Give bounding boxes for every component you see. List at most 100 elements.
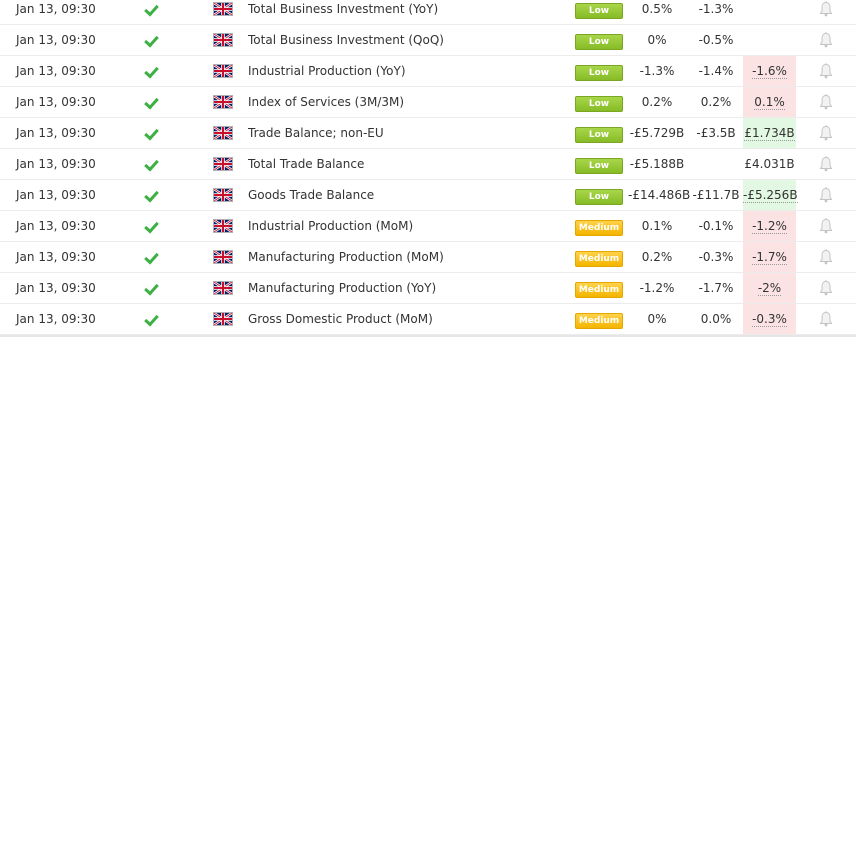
event-name-link[interactable]: Index of Services (3M/3M) bbox=[248, 87, 568, 117]
checkmark-icon bbox=[142, 273, 160, 303]
previous-value: 0.1% bbox=[641, 219, 673, 233]
bell-icon[interactable] bbox=[815, 304, 837, 334]
table-row: Jan 13, 09:30 Manufacturing Production (… bbox=[0, 273, 856, 304]
event-time: Jan 13, 09:30 bbox=[16, 126, 96, 140]
table-row: Jan 13, 09:30 Trade Balance; non-EU Low … bbox=[0, 118, 856, 149]
uk-flag-icon bbox=[213, 87, 233, 117]
impact-badge: Medium bbox=[575, 211, 623, 241]
uk-flag-icon bbox=[213, 273, 233, 303]
table-row: Jan 13, 09:30 Total Business Investment … bbox=[0, 25, 856, 56]
event-time: Jan 13, 09:30 bbox=[16, 64, 96, 78]
actual-value: -0.3% bbox=[743, 304, 796, 334]
event-name-link[interactable]: Industrial Production (YoY) bbox=[248, 56, 568, 86]
table-row: Jan 13, 09:30 Total Trade Balance Low -£… bbox=[0, 149, 856, 180]
table-row: Jan 13, 09:30 Manufacturing Production (… bbox=[0, 242, 856, 273]
checkmark-icon bbox=[142, 0, 160, 24]
consensus-value: -1.3% bbox=[698, 2, 734, 16]
bell-icon[interactable] bbox=[815, 211, 837, 241]
bell-icon[interactable] bbox=[815, 56, 837, 86]
event-name-link[interactable]: Trade Balance; non-EU bbox=[248, 118, 568, 148]
impact-badge: Low bbox=[575, 180, 623, 210]
previous-value: -£14.486B bbox=[628, 188, 691, 202]
actual-value: -1.6% bbox=[743, 56, 796, 86]
event-time: Jan 13, 09:30 bbox=[16, 2, 96, 16]
checkmark-icon bbox=[142, 242, 160, 272]
uk-flag-icon bbox=[213, 211, 233, 241]
consensus-value: -1.4% bbox=[698, 64, 734, 78]
impact-badge: Medium bbox=[575, 304, 623, 334]
impact-badge: Medium bbox=[575, 273, 623, 303]
uk-flag-icon bbox=[213, 56, 233, 86]
consensus-value: 0.0% bbox=[700, 312, 732, 326]
event-time: Jan 13, 09:30 bbox=[16, 157, 96, 171]
event-name-link[interactable]: Manufacturing Production (YoY) bbox=[248, 273, 568, 303]
actual-value: £4.031B bbox=[744, 157, 795, 171]
bell-icon[interactable] bbox=[815, 149, 837, 179]
actual-value: -£5.256B bbox=[743, 180, 798, 210]
event-time: Jan 13, 09:30 bbox=[16, 281, 96, 295]
impact-badge: Medium bbox=[575, 242, 623, 272]
uk-flag-icon bbox=[213, 304, 233, 334]
table-row: Jan 13, 09:30 Index of Services (3M/3M) … bbox=[0, 87, 856, 118]
checkmark-icon bbox=[142, 211, 160, 241]
bell-icon[interactable] bbox=[815, 87, 837, 117]
consensus-value: -1.7% bbox=[698, 281, 734, 295]
bell-icon[interactable] bbox=[815, 0, 837, 24]
consensus-value: -0.5% bbox=[698, 33, 734, 47]
uk-flag-icon bbox=[213, 0, 233, 24]
actual-value bbox=[743, 25, 796, 55]
bell-icon[interactable] bbox=[815, 180, 837, 210]
table-row: Jan 13, 09:30 Industrial Production (MoM… bbox=[0, 211, 856, 242]
consensus-value: -0.1% bbox=[698, 219, 734, 233]
previous-value: -1.3% bbox=[639, 64, 675, 78]
checkmark-icon bbox=[142, 87, 160, 117]
impact-badge: Low bbox=[575, 25, 623, 55]
actual-value: £1.734B bbox=[743, 118, 796, 148]
event-time: Jan 13, 09:30 bbox=[16, 33, 96, 47]
event-time: Jan 13, 09:30 bbox=[16, 188, 96, 202]
previous-value: 0.5% bbox=[641, 2, 673, 16]
event-name-link[interactable]: Manufacturing Production (MoM) bbox=[248, 242, 568, 272]
checkmark-icon bbox=[142, 149, 160, 179]
impact-badge: Low bbox=[575, 118, 623, 148]
consensus-value: 0.2% bbox=[700, 95, 732, 109]
event-time: Jan 13, 09:30 bbox=[16, 250, 96, 264]
event-name-link[interactable]: Goods Trade Balance bbox=[248, 180, 568, 210]
event-name-link[interactable]: Total Trade Balance bbox=[248, 149, 568, 179]
actual-value: -1.7% bbox=[743, 242, 796, 272]
checkmark-icon bbox=[142, 304, 160, 334]
event-name-link[interactable]: Gross Domestic Product (MoM) bbox=[248, 304, 568, 334]
consensus-value: -£11.7B bbox=[692, 188, 740, 202]
checkmark-icon bbox=[142, 180, 160, 210]
table-row: Jan 13, 09:30 Gross Domestic Product (Mo… bbox=[0, 304, 856, 335]
bell-icon[interactable] bbox=[815, 118, 837, 148]
event-name-link[interactable]: Industrial Production (MoM) bbox=[248, 211, 568, 241]
checkmark-icon bbox=[142, 118, 160, 148]
impact-badge: Low bbox=[575, 0, 623, 24]
previous-value: 0.2% bbox=[641, 95, 673, 109]
bell-icon[interactable] bbox=[815, 242, 837, 272]
checkmark-icon bbox=[142, 56, 160, 86]
impact-badge: Low bbox=[575, 87, 623, 117]
actual-value: -2% bbox=[743, 273, 796, 303]
uk-flag-icon bbox=[213, 180, 233, 210]
table-row: Jan 13, 09:30 Goods Trade Balance Low -£… bbox=[0, 180, 856, 211]
table-row: Jan 13, 09:30 Industrial Production (YoY… bbox=[0, 56, 856, 87]
consensus-value: -0.3% bbox=[698, 250, 734, 264]
actual-value bbox=[743, 0, 796, 24]
event-name-link[interactable]: Total Business Investment (QoQ) bbox=[248, 25, 568, 55]
event-name-link[interactable]: Total Business Investment (YoY) bbox=[248, 0, 568, 24]
table-row: Jan 13, 09:30 Total Business Investment … bbox=[0, 0, 856, 25]
previous-value: -£5.188B bbox=[629, 157, 685, 171]
previous-value: -£5.729B bbox=[629, 126, 685, 140]
event-time: Jan 13, 09:30 bbox=[16, 95, 96, 109]
previous-value: -1.2% bbox=[639, 281, 675, 295]
bell-icon[interactable] bbox=[815, 273, 837, 303]
consensus-value bbox=[690, 149, 742, 179]
event-time: Jan 13, 09:30 bbox=[16, 219, 96, 233]
event-time: Jan 13, 09:30 bbox=[16, 312, 96, 326]
impact-badge: Low bbox=[575, 56, 623, 86]
consensus-value: -£3.5B bbox=[696, 126, 736, 140]
impact-badge: Low bbox=[575, 149, 623, 179]
bell-icon[interactable] bbox=[815, 25, 837, 55]
